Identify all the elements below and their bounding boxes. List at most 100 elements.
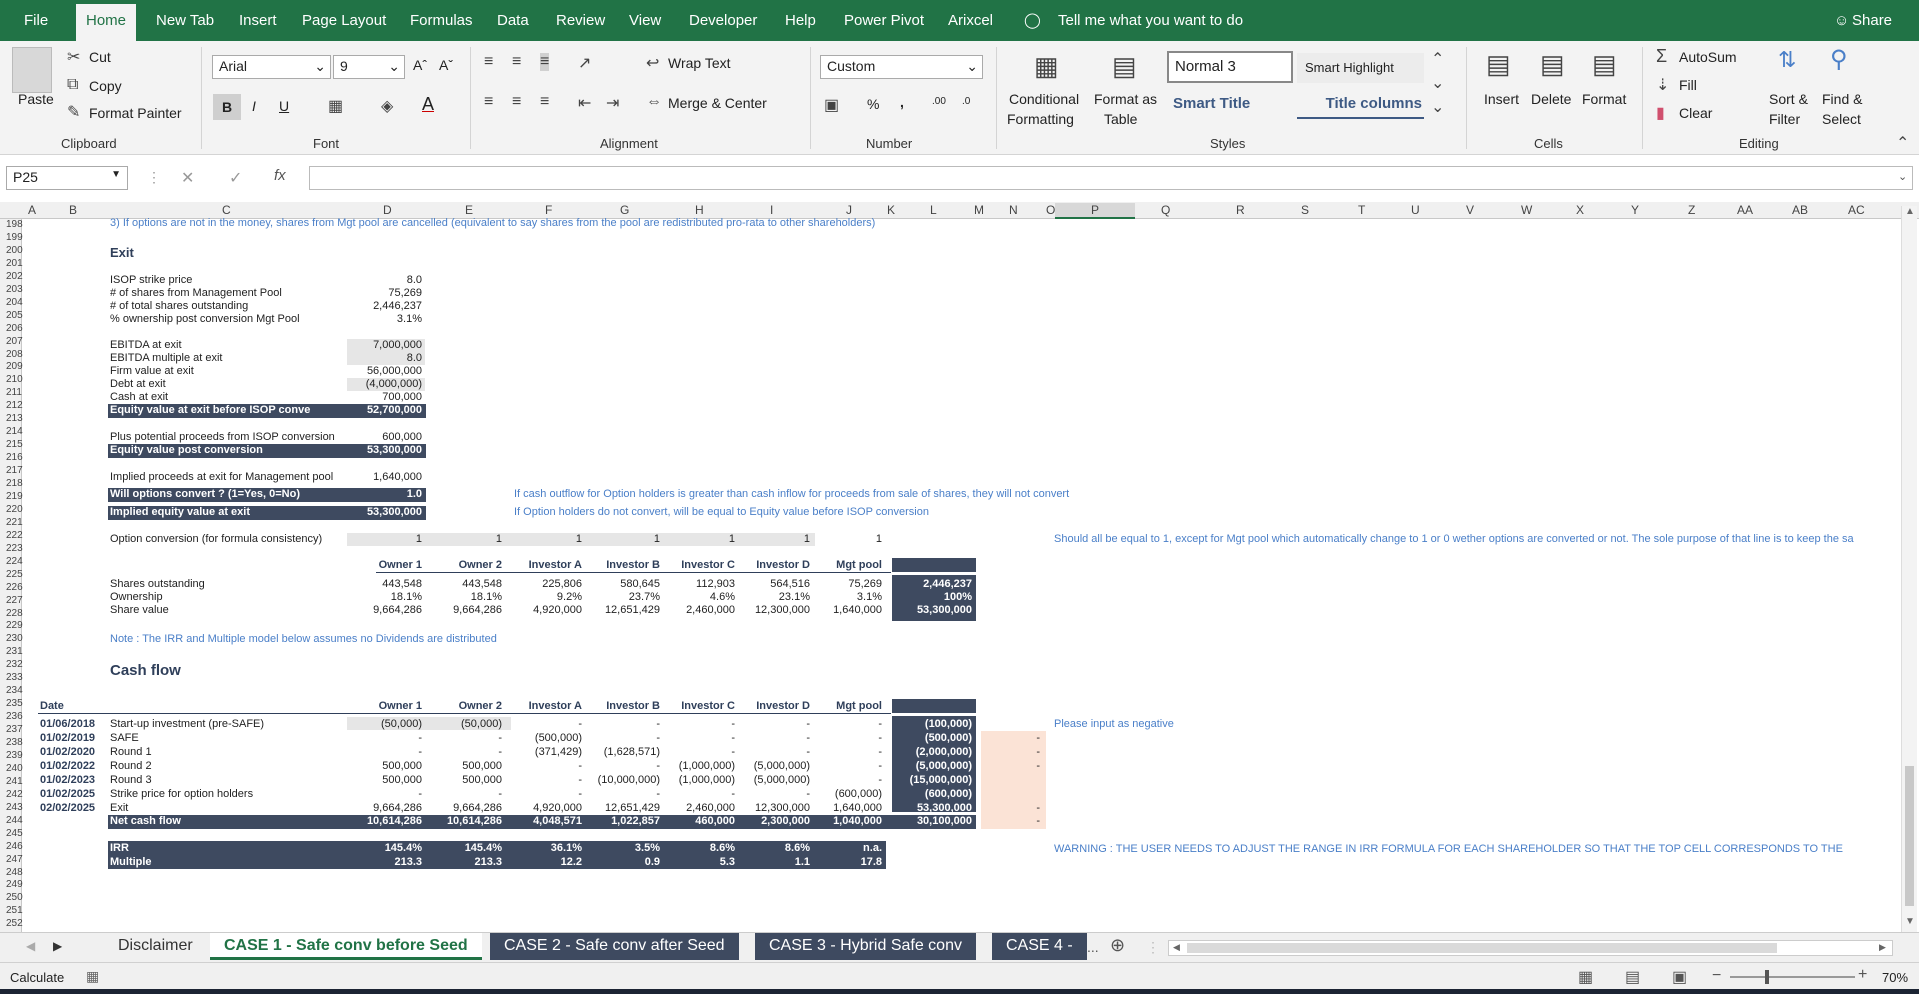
irr-cell[interactable]: 8.6%	[661, 842, 735, 855]
label-cell[interactable]: % ownership post conversion Mgt Pool	[110, 313, 300, 326]
italic-button[interactable]: I	[252, 98, 256, 114]
zoom-slider-thumb[interactable]	[1765, 970, 1769, 984]
value-cell[interactable]: (500,000)	[508, 732, 582, 745]
name-box[interactable]: P25 ▼	[6, 166, 128, 190]
style-smart-title[interactable]: Smart Title	[1167, 89, 1293, 119]
irr-cell[interactable]: 36.1%	[508, 842, 582, 855]
label-cell[interactable]: Will options convert ? (1=Yes, 0=No)	[110, 488, 300, 501]
merge-center-button[interactable]: Merge & Center	[668, 95, 767, 111]
value-cell[interactable]: 1,640,000	[350, 471, 422, 484]
align-bottom-icon[interactable]: ≡	[540, 53, 550, 71]
label-cell[interactable]: Implied proceeds at exit for Management …	[110, 471, 333, 484]
decrease-indent-icon[interactable]: ⇤	[578, 93, 591, 113]
multiple-cell[interactable]: 213.3	[348, 856, 422, 869]
value-cell[interactable]: 1	[508, 533, 582, 546]
total-cell[interactable]: 2,446,237	[896, 578, 972, 591]
value-cell[interactable]: 4,920,000	[508, 604, 582, 617]
column-title[interactable]: Owner 1	[348, 559, 422, 572]
number-format-select[interactable]: Custom ⌄	[820, 55, 983, 79]
increase-decimal-icon[interactable]: .00	[932, 96, 946, 107]
date-header[interactable]: Date	[40, 700, 64, 713]
label-cell[interactable]: Ownership	[110, 591, 163, 604]
label-cell[interactable]: Cash at exit	[110, 391, 168, 404]
orientation-icon[interactable]: ↗	[578, 53, 591, 73]
value-cell[interactable]: 500,000	[428, 760, 502, 773]
note-cell[interactable]: Note : The IRR and Multiple model below …	[110, 633, 497, 646]
sheet-tab-disclaimer[interactable]: Disclaimer	[104, 933, 207, 960]
column-header-selected[interactable]: P	[1055, 203, 1135, 219]
label-cell[interactable]: Implied equity value at exit	[110, 506, 250, 519]
value-cell[interactable]: -	[808, 760, 882, 773]
value-cell[interactable]: 564,516	[736, 578, 810, 591]
row-header[interactable]: 210	[6, 374, 23, 385]
row-header[interactable]: 213	[6, 413, 23, 424]
row-header[interactable]: 211	[6, 387, 22, 398]
value-cell[interactable]: (10,000,000)	[586, 774, 660, 787]
clipboard-icon[interactable]	[12, 47, 52, 93]
date-cell[interactable]: 01/06/2018	[40, 718, 95, 731]
cut-button[interactable]: Cut	[89, 49, 111, 65]
value-cell[interactable]: (1,628,571)	[586, 746, 660, 759]
row-header[interactable]: 230	[6, 633, 23, 644]
value-cell[interactable]: 1	[808, 533, 882, 546]
column-header[interactable]: A	[28, 203, 36, 217]
borders-icon[interactable]: ▦	[328, 96, 343, 116]
fill-button[interactable]: Fill	[1679, 77, 1697, 93]
value-cell[interactable]: 8.0	[350, 352, 422, 365]
multiple-cell[interactable]: 17.8	[808, 856, 882, 869]
value-cell[interactable]: (4,000,000)	[350, 378, 422, 391]
multiple-cell[interactable]: 5.3	[661, 856, 735, 869]
style-title-columns[interactable]: Title columns	[1297, 89, 1424, 119]
value-cell[interactable]: 2,460,000	[661, 604, 735, 617]
total-cell[interactable]: (2,000,000)	[896, 746, 972, 759]
value-cell[interactable]: 75,269	[350, 287, 422, 300]
font-color-icon[interactable]: A	[422, 94, 434, 115]
value-cell[interactable]: 1	[348, 533, 422, 546]
value-cell[interactable]: 10,614,286	[428, 815, 502, 828]
total-cell[interactable]: (5,000,000)	[896, 760, 972, 773]
column-header[interactable]: N	[1009, 203, 1018, 217]
scroll-down-icon[interactable]: ▼	[1905, 916, 1915, 927]
column-header[interactable]: Y	[1631, 203, 1639, 217]
row-header[interactable]: 217	[6, 465, 23, 476]
value-cell[interactable]: 23.7%	[586, 591, 660, 604]
column-header[interactable]: M	[974, 203, 984, 217]
value-cell[interactable]: -	[586, 718, 660, 731]
row-header[interactable]: 223	[6, 543, 23, 554]
row-header[interactable]: 228	[6, 608, 23, 619]
value-cell[interactable]: 1,640,000	[808, 802, 882, 815]
value-cell[interactable]: 12,300,000	[736, 604, 810, 617]
value-cell[interactable]: 12,651,429	[586, 802, 660, 815]
tab-new-tab[interactable]: New Tab	[156, 0, 214, 41]
note-cell[interactable]: Should all be equal to 1, except for Mgt…	[1054, 533, 1854, 546]
total-cell[interactable]: 100%	[896, 591, 972, 604]
horizontal-scrollbar[interactable]: ◀ ▶	[1168, 940, 1893, 956]
insert-cells-button[interactable]: Insert	[1484, 91, 1519, 107]
value-cell[interactable]: 3.1%	[808, 591, 882, 604]
row-header[interactable]: 215	[6, 439, 23, 450]
value-cell[interactable]: 2,460,000	[661, 802, 735, 815]
value-cell[interactable]: (600,000)	[808, 788, 882, 801]
value-cell[interactable]: (5,000,000)	[736, 774, 810, 787]
row-header[interactable]: 232	[6, 659, 23, 670]
check-cell[interactable]: -	[1000, 802, 1040, 815]
column-header[interactable]: T	[1358, 203, 1365, 217]
formula-input[interactable]	[309, 166, 1913, 190]
value-cell[interactable]: 500,000	[428, 774, 502, 787]
value-cell[interactable]: -	[586, 760, 660, 773]
value-cell[interactable]: 75,269	[808, 578, 882, 591]
value-cell[interactable]: 18.1%	[348, 591, 422, 604]
check-cell[interactable]: -	[1000, 732, 1040, 745]
label-cell[interactable]: Plus potential proceeds from ISOP conver…	[110, 431, 346, 444]
column-header[interactable]: K	[887, 203, 895, 217]
column-header[interactable]: H	[695, 203, 704, 217]
irr-cell[interactable]: 8.6%	[736, 842, 810, 855]
column-title[interactable]: Investor A	[508, 700, 582, 713]
styles-more-icon[interactable]: ⌄	[1431, 97, 1444, 117]
format-painter-button[interactable]: Format Painter	[89, 105, 182, 121]
align-top-icon[interactable]: ≡	[484, 53, 493, 71]
tab-power-pivot[interactable]: Power Pivot	[844, 0, 924, 41]
value-cell[interactable]: -	[661, 788, 735, 801]
zoom-out-icon[interactable]: −	[1712, 967, 1721, 985]
enter-icon[interactable]: ✓	[229, 168, 242, 188]
